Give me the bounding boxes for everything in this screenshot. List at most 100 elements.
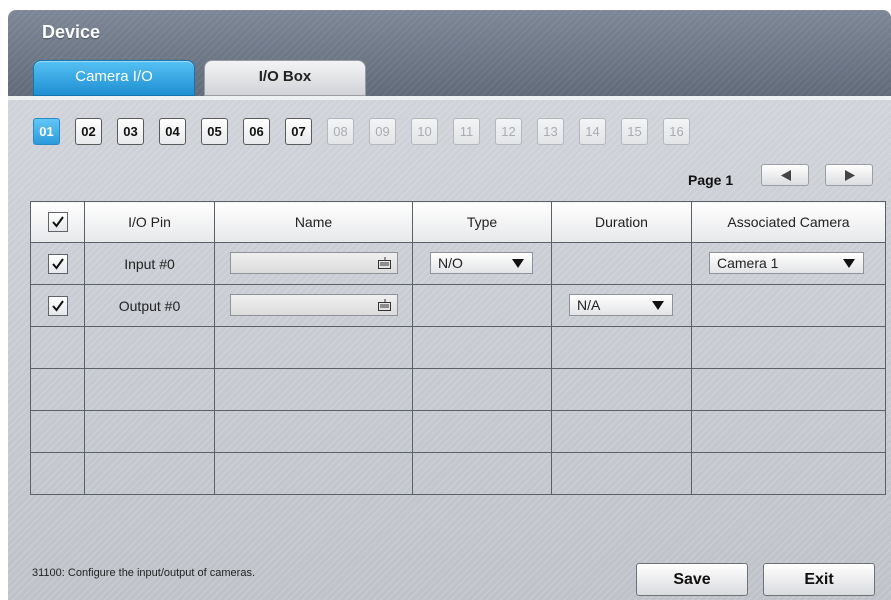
- duration-cell: [551, 242, 692, 285]
- type-select[interactable]: N/O: [430, 252, 533, 274]
- arrow-left-icon: [781, 170, 791, 181]
- window-title: Device: [42, 22, 101, 42]
- channel-button-10[interactable]: 10: [411, 118, 438, 145]
- channel-button-03[interactable]: 03: [117, 118, 144, 145]
- channel-button-04[interactable]: 04: [159, 118, 186, 145]
- empty-cell: [214, 452, 413, 495]
- empty-cell: [84, 368, 215, 411]
- name-input[interactable]: [230, 294, 398, 316]
- empty-table-row: [30, 452, 886, 495]
- empty-cell: [691, 326, 886, 369]
- checkmark-icon: [51, 257, 64, 270]
- associated-camera-cell: Camera 1: [691, 242, 886, 285]
- empty-cell: [551, 326, 692, 369]
- device-window: Device Camera I/O I/O Box 01 02 03 04 05 06 07…: [8, 10, 891, 600]
- io-pin-table: I/O Pin Name Type Duration Associated Ca…: [30, 201, 886, 495]
- title-bar: Device Camera I/O I/O Box: [8, 10, 891, 100]
- column-header-duration: Duration: [551, 201, 692, 243]
- column-header-io-pin: I/O Pin: [84, 201, 215, 243]
- empty-cell: [30, 452, 85, 495]
- empty-rows: [30, 326, 886, 495]
- exit-button[interactable]: Exit: [763, 563, 875, 596]
- channel-button-13[interactable]: 13: [537, 118, 564, 145]
- column-header-type: Type: [412, 201, 552, 243]
- duration-select[interactable]: N/A: [569, 294, 673, 316]
- empty-cell: [412, 410, 552, 453]
- column-header-name: Name: [214, 201, 413, 243]
- status-hint: 31100: Configure the input/output of cam…: [32, 567, 255, 579]
- table-row: Output #0 N/A: [30, 284, 886, 327]
- empty-cell: [412, 326, 552, 369]
- empty-cell: [691, 410, 886, 453]
- io-pin-cell: Input #0: [84, 242, 215, 285]
- empty-table-row: [30, 368, 886, 411]
- page-label: Page 1: [688, 172, 734, 188]
- camera-select[interactable]: Camera 1: [709, 252, 864, 274]
- empty-table-row: [30, 326, 886, 369]
- channel-button-14[interactable]: 14: [579, 118, 606, 145]
- tab-camera-io[interactable]: Camera I/O: [33, 60, 195, 96]
- associated-camera-cell: [691, 284, 886, 327]
- checkmark-icon: [51, 299, 64, 312]
- dropdown-arrow-icon: [843, 259, 855, 268]
- channel-button-09[interactable]: 09: [369, 118, 396, 145]
- duration-cell: N/A: [551, 284, 692, 327]
- row-checkbox[interactable]: [47, 253, 68, 274]
- empty-cell: [551, 452, 692, 495]
- tab-divider: [8, 96, 891, 100]
- tab-io-box[interactable]: I/O Box: [204, 60, 366, 96]
- column-header-associated-camera: Associated Camera: [691, 201, 886, 243]
- arrow-right-icon: [845, 170, 855, 181]
- select-all-cell: [30, 201, 85, 243]
- type-cell: [412, 284, 552, 327]
- empty-cell: [30, 410, 85, 453]
- channel-button-15[interactable]: 15: [621, 118, 648, 145]
- camera-value: Camera 1: [717, 255, 779, 271]
- empty-cell: [412, 368, 552, 411]
- row-select-cell: [30, 284, 85, 327]
- next-page-button[interactable]: [825, 164, 873, 186]
- row-checkbox[interactable]: [47, 295, 68, 316]
- empty-cell: [412, 452, 552, 495]
- empty-cell: [551, 410, 692, 453]
- channel-button-01[interactable]: 01: [33, 118, 60, 145]
- io-pin-cell: Output #0: [84, 284, 215, 327]
- dropdown-arrow-icon: [652, 301, 664, 310]
- prev-page-button[interactable]: [761, 164, 809, 186]
- channel-button-16[interactable]: 16: [663, 118, 690, 145]
- empty-cell: [30, 326, 85, 369]
- row-select-cell: [30, 242, 85, 285]
- empty-cell: [84, 410, 215, 453]
- empty-cell: [214, 326, 413, 369]
- name-cell: [214, 242, 413, 285]
- empty-cell: [551, 368, 692, 411]
- channel-button-06[interactable]: 06: [243, 118, 270, 145]
- empty-cell: [84, 452, 215, 495]
- name-input[interactable]: [230, 252, 398, 274]
- empty-table-row: [30, 410, 886, 453]
- save-button[interactable]: Save: [636, 563, 748, 596]
- table-header-row: I/O Pin Name Type Duration Associated Ca…: [30, 201, 886, 243]
- channel-button-11[interactable]: 11: [453, 118, 480, 145]
- empty-cell: [214, 368, 413, 411]
- dropdown-arrow-icon: [512, 259, 524, 268]
- duration-value: N/A: [577, 297, 601, 313]
- empty-cell: [84, 326, 215, 369]
- channel-button-07[interactable]: 07: [285, 118, 312, 145]
- empty-cell: [214, 410, 413, 453]
- channel-button-05[interactable]: 05: [201, 118, 228, 145]
- channel-button-08[interactable]: 08: [327, 118, 354, 145]
- keyboard-icon[interactable]: [378, 257, 391, 269]
- empty-cell: [30, 368, 85, 411]
- channel-button-12[interactable]: 12: [495, 118, 522, 145]
- empty-cell: [691, 368, 886, 411]
- table-row: Input #0 N/O Camera 1: [30, 242, 886, 285]
- checkmark-icon: [51, 216, 64, 228]
- empty-cell: [691, 452, 886, 495]
- type-cell: N/O: [412, 242, 552, 285]
- select-all-checkbox[interactable]: [47, 212, 68, 232]
- channel-button-02[interactable]: 02: [75, 118, 102, 145]
- keyboard-icon[interactable]: [378, 299, 391, 311]
- type-value: N/O: [438, 255, 463, 271]
- name-cell: [214, 284, 413, 327]
